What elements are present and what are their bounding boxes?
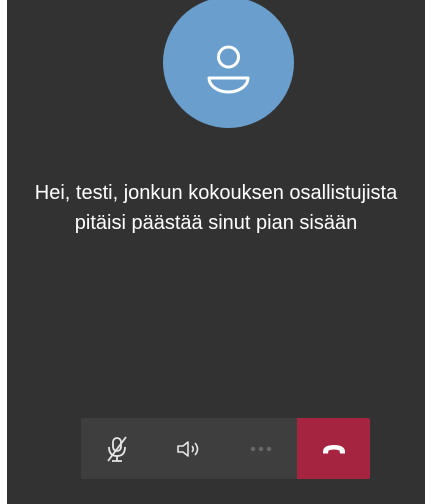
person-icon [207, 45, 250, 94]
lobby-message: Hei, testi, jonkun kokouksen osallistuji… [34, 182, 398, 234]
more-icon [250, 446, 272, 451]
mute-button[interactable] [81, 418, 153, 479]
call-lobby-screen: Hei, testi, jonkun kokouksen osallistuji… [7, 0, 425, 504]
hang-up-icon [322, 444, 345, 453]
more-options-button[interactable] [225, 418, 297, 479]
speaker-button[interactable] [153, 418, 225, 479]
mic-off-icon [107, 435, 127, 462]
hang-up-button[interactable] [297, 418, 370, 479]
avatar [163, 0, 294, 128]
speaker-icon [177, 440, 199, 457]
call-controls-bar [81, 418, 370, 479]
